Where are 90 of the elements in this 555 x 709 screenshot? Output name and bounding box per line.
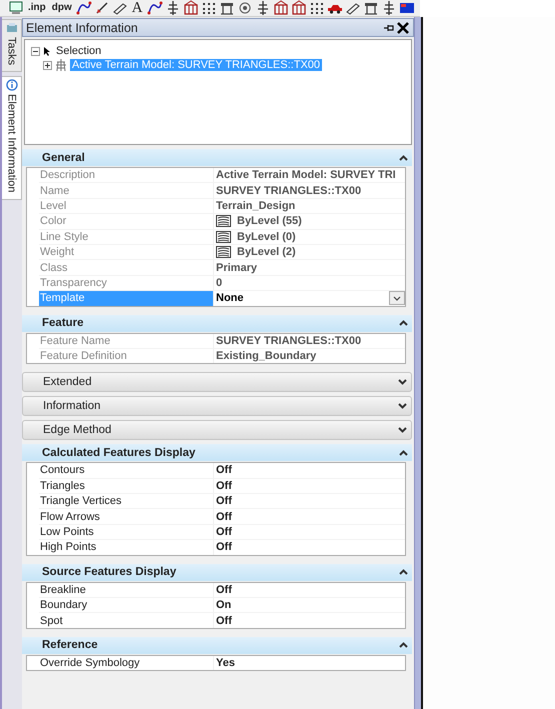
property-label[interactable]: Contours [39,463,214,478]
property-value: Off [216,480,232,492]
tree-item[interactable]: Selection [54,45,104,57]
section-header[interactable]: Extended [22,372,412,392]
toolbar-button[interactable]: .inp [26,1,48,15]
property-value: ByLevel (0) [237,230,296,243]
property-label[interactable]: Breakline [39,582,214,598]
property-value: Off [216,510,232,523]
property-value: Off [216,464,232,476]
close-icon[interactable] [397,22,409,34]
property-label[interactable]: Low Points [39,524,214,540]
property-label[interactable]: Level [39,198,214,214]
chevron-up-icon [399,642,408,648]
mesh-icon [55,59,67,71]
grid-icon[interactable] [308,0,325,16]
property-value: ByLevel (55) [237,215,302,228]
section-header[interactable]: Reference [22,636,412,654]
property-value: Yes [216,657,235,669]
property-label[interactable]: Feature Definition [39,348,214,364]
toolbar-button[interactable]: dpw [50,1,74,15]
chevron-down-icon [398,379,407,386]
chevron-down-icon [398,403,407,410]
property-value: On [216,599,232,612]
collapse-icon[interactable] [31,46,40,56]
chevron-up-icon [399,154,408,160]
property-label[interactable]: Triangle Vertices [39,494,214,508]
dropdown-button[interactable] [389,291,405,306]
property-label[interactable]: Weight [39,244,214,260]
property-value: SURVEY TRIANGLES::TX00 [216,184,362,197]
building-icon[interactable] [290,0,307,16]
property-value: Off [216,541,232,554]
property-label[interactable]: Name [39,183,214,198]
arrow-pointer-icon [43,46,51,56]
flag-icon[interactable] [398,0,415,16]
section-header[interactable]: Edge Method [22,420,412,440]
pin-icon[interactable] [384,24,394,32]
property-value: Terrain_Design [216,200,296,212]
property-value: Off [216,584,232,596]
curve-icon[interactable] [146,0,163,16]
chevron-up-icon [399,450,408,456]
window-title: Element Information [26,20,138,34]
section-header[interactable]: Calculated Features Display [22,444,412,462]
side-tab[interactable]: Tasks [2,19,22,72]
target-icon[interactable] [236,0,253,16]
section-header[interactable]: Information [22,396,412,416]
property-value: Existing_Boundary [216,350,316,362]
chevron-down-icon [398,427,407,434]
property-label[interactable]: Spot [39,613,214,628]
property-value: Off [216,614,232,627]
layers-icon [216,215,231,228]
property-label[interactable]: Boundary [39,598,214,612]
property-value: Off [216,526,232,538]
curve-icon[interactable] [76,0,92,16]
layers-icon [216,246,231,258]
property-label[interactable]: Color [39,214,214,229]
property-value: Off [216,495,232,508]
property-label[interactable]: High Points [39,540,214,555]
side-tab[interactable]: Element Information [2,76,22,200]
property-value: Primary [216,262,257,274]
property-value: SURVEY TRIANGLES::TX00 [216,334,362,347]
property-label[interactable]: Class [39,260,214,275]
property-label[interactable]: Description [39,168,214,182]
property-value: 0 [216,276,222,289]
grid-icon[interactable] [200,0,217,16]
building-icon[interactable] [182,0,199,16]
layers-icon [216,230,231,243]
section-header[interactable]: General [22,149,412,166]
toolbar-button[interactable]: A [130,1,145,15]
section-header[interactable]: Feature [22,314,412,332]
property-label[interactable]: Transparency [39,276,214,290]
property-label[interactable]: Flow Arrows [39,509,214,524]
section-header[interactable]: Source Features Display [22,564,412,581]
property-label[interactable]: Feature Name [39,334,214,348]
chevron-up-icon [399,569,408,576]
pen-icon[interactable] [94,0,110,16]
property-value: Active Terrain Model: SURVEY TRI [216,169,396,182]
table-icon[interactable] [218,0,235,16]
building-icon[interactable] [272,0,289,16]
property-label[interactable]: Triangles [39,478,214,494]
chevron-down-icon [393,296,401,301]
expand-icon[interactable] [43,60,52,70]
info-icon [6,79,18,92]
property-label[interactable]: Line Style [39,230,214,244]
screen-icon[interactable] [8,0,24,16]
property-value[interactable]: None [216,292,244,304]
property-value: ByLevel (2) [237,246,296,258]
table-icon[interactable] [362,0,379,16]
tasks-icon [6,22,18,34]
property-label[interactable]: Override Symbology [39,656,214,670]
chevron-up-icon [399,320,408,326]
